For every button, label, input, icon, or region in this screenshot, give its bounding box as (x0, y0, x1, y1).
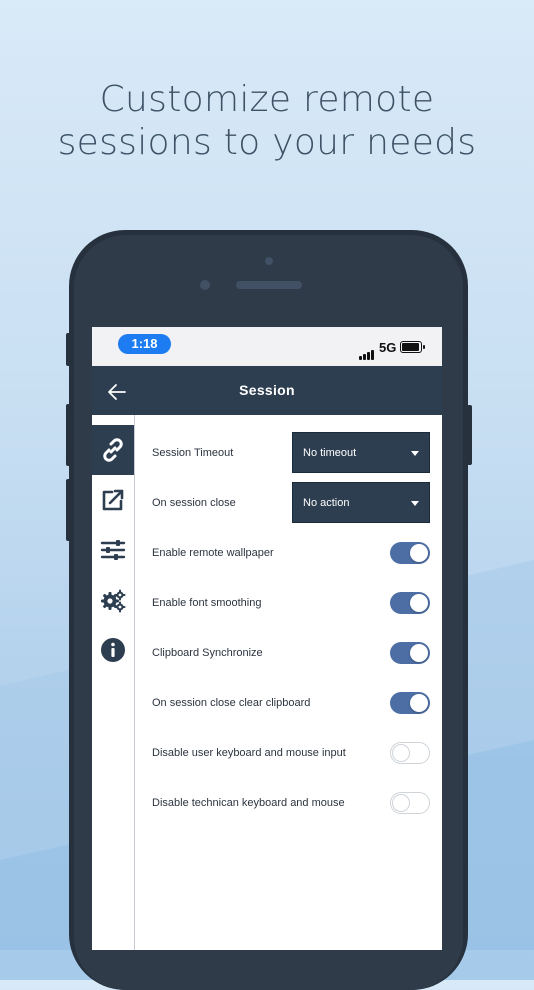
select-value: No timeout (303, 447, 357, 459)
session-timeout-select[interactable]: No timeout (292, 432, 430, 473)
setting-row-disable-user-input: Disable user keyboard and mouse input (135, 728, 442, 778)
setting-label: Enable font smoothing (152, 597, 262, 609)
setting-row-clear-clipboard: On session close clear clipboard (135, 678, 442, 728)
setting-row-disable-technician-input: Disable technican keyboard and mouse (135, 778, 442, 828)
clear-clipboard-toggle[interactable] (390, 692, 430, 714)
app-bar: Session (92, 366, 442, 415)
setting-row-font-smoothing: Enable font smoothing (135, 578, 442, 628)
toggle-knob (410, 694, 428, 712)
caret-down-icon (411, 451, 419, 456)
toggle-knob (410, 644, 428, 662)
toggle-knob (392, 744, 410, 762)
font-smoothing-toggle[interactable] (390, 592, 430, 614)
sidebar-item-connection[interactable] (92, 425, 134, 475)
setting-label: On session close clear clipboard (152, 697, 311, 709)
setting-row-session-timeout: Session Timeout No timeout (135, 428, 442, 478)
phone-volume-up (66, 404, 71, 466)
sliders-icon (100, 540, 126, 560)
select-value: No action (303, 497, 350, 509)
phone-screen: 1:18 5G Session Session Timeout No timeo… (92, 327, 442, 950)
promo-headline: Customize remote sessions to your needs (0, 78, 534, 164)
sidebar-item-about[interactable] (92, 625, 134, 675)
page-title: Session (239, 382, 295, 398)
phone-camera (200, 280, 210, 290)
phone-mute-switch (66, 333, 71, 366)
phone-speaker (236, 281, 302, 289)
toggle-knob (410, 544, 428, 562)
info-icon (101, 638, 125, 662)
setting-row-on-session-close: On session close No action (135, 478, 442, 528)
headline-line-2: sessions to your needs (57, 122, 477, 163)
disable-technician-input-toggle[interactable] (390, 792, 430, 814)
battery-icon (400, 341, 425, 353)
setting-label: Session Timeout (152, 447, 234, 459)
phone-volume-down (66, 479, 71, 541)
setting-label: Clipboard Synchronize (152, 647, 263, 659)
status-time[interactable]: 1:18 (118, 334, 171, 354)
sidebar-item-adjustments[interactable] (92, 525, 134, 575)
clipboard-sync-toggle[interactable] (390, 642, 430, 664)
external-link-icon (102, 489, 124, 511)
toggle-knob (392, 794, 410, 812)
settings-sidebar (92, 415, 135, 950)
signal-icon (359, 342, 375, 360)
toggle-knob (410, 594, 428, 612)
status-bar: 1:18 5G (92, 327, 442, 366)
setting-row-remote-wallpaper: Enable remote wallpaper (135, 528, 442, 578)
network-type: 5G (379, 340, 397, 355)
settings-panel: Session Timeout No timeout On session cl… (135, 415, 442, 950)
sidebar-item-remote[interactable] (92, 475, 134, 525)
link-icon (103, 438, 123, 462)
on-session-close-select[interactable]: No action (292, 482, 430, 523)
gears-icon (101, 589, 126, 613)
disable-user-input-toggle[interactable] (390, 742, 430, 764)
setting-label: Enable remote wallpaper (152, 547, 274, 559)
phone-power-button (467, 405, 472, 465)
caret-down-icon (411, 501, 419, 506)
setting-label: On session close (152, 497, 236, 509)
setting-label: Disable technican keyboard and mouse (152, 797, 345, 809)
setting-row-clipboard-sync: Clipboard Synchronize (135, 628, 442, 678)
setting-label: Disable user keyboard and mouse input (152, 747, 346, 759)
remote-wallpaper-toggle[interactable] (390, 542, 430, 564)
sidebar-item-advanced[interactable] (92, 575, 134, 625)
phone-sensor (265, 257, 273, 265)
headline-line-1: Customize remote (99, 79, 435, 120)
